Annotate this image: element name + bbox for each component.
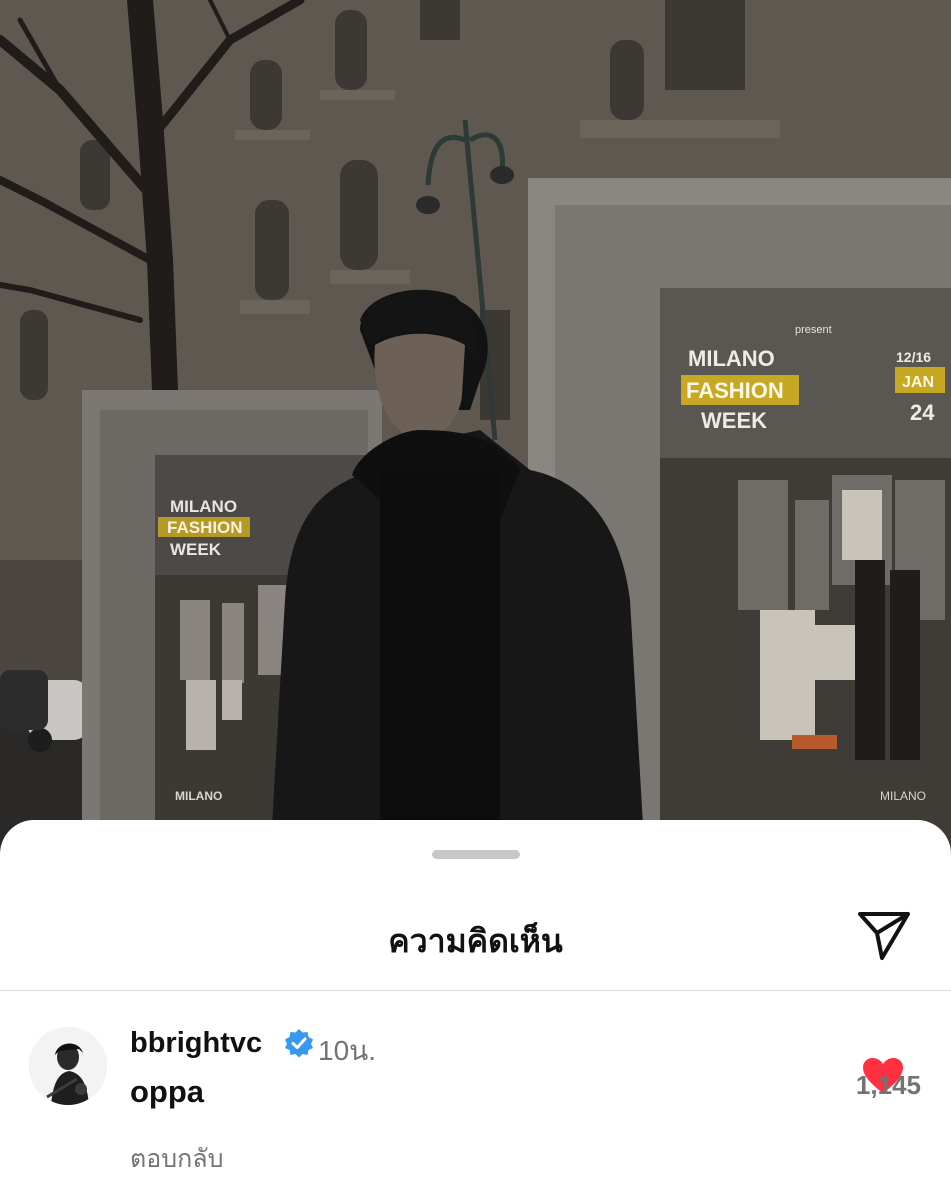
- sheet-title: ความคิดเห็น: [388, 923, 563, 959]
- poster-left-line3: WEEK: [170, 540, 222, 559]
- reply-button[interactable]: ตอบกลับ: [130, 1139, 223, 1179]
- sheet-grabber-handle[interactable]: [432, 850, 520, 859]
- comment-username[interactable]: bbrightvc: [130, 1027, 262, 1060]
- poster-left-footer: MILANO: [175, 789, 222, 803]
- poster-right-date2: JAN: [902, 374, 934, 391]
- comment-text: oppa: [130, 1074, 205, 1109]
- avatar-image: [29, 1027, 107, 1105]
- poster-left-line1: MILANO: [170, 497, 237, 516]
- poster-left-line2: FASHION: [167, 518, 243, 537]
- poster-right-present: present: [795, 324, 832, 336]
- post-photo: MILANO FASHION WEEK MILANO present MILAN…: [0, 0, 951, 860]
- poster-right-line1: MILANO: [688, 346, 775, 371]
- share-button[interactable]: [852, 908, 916, 964]
- poster-right-side-text: MILANO: [880, 789, 926, 803]
- like-count: 1,145: [855, 1070, 921, 1100]
- comment-item: bbrightvc 10น. oppa ตอบกลับ: [0, 991, 951, 1200]
- poster-right-date3: 24: [910, 400, 935, 425]
- poster-right-line3: WEEK: [701, 408, 767, 433]
- poster-right-line2: FASHION: [686, 378, 784, 403]
- avatar[interactable]: [29, 1027, 107, 1105]
- verified-badge-icon: [285, 1029, 313, 1058]
- comment-timestamp: 10น.: [318, 1035, 377, 1066]
- poster-right-date1: 12/16: [896, 349, 931, 365]
- paper-plane-icon: [858, 912, 910, 960]
- photo-scene: MILANO FASHION WEEK MILANO present MILAN…: [0, 0, 951, 860]
- comments-sheet: ความคิดเห็น bbrightvc 10น. oppa ตอบกลับ: [0, 820, 951, 1200]
